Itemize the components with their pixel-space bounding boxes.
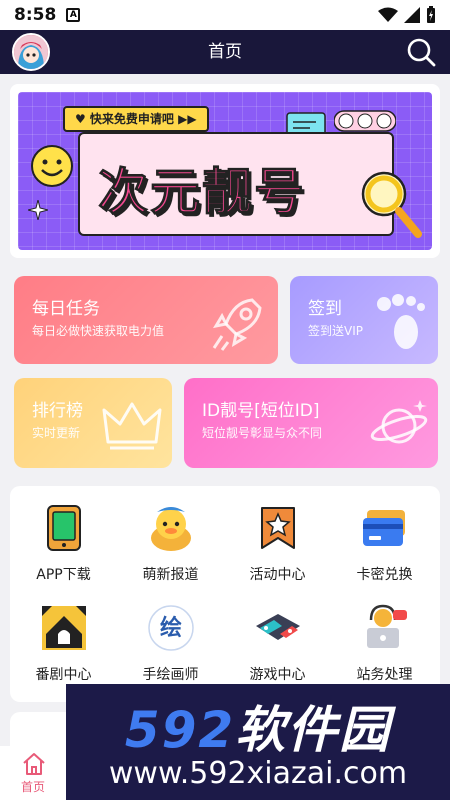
planet-icon xyxy=(370,400,428,444)
magnifier-icon xyxy=(361,171,422,238)
game-console-icon xyxy=(256,614,300,640)
signal-icon xyxy=(404,7,420,23)
daily-task-title: 每日任务 xyxy=(32,299,100,319)
footprint-icon xyxy=(377,294,425,349)
banner-image: ♥ 快来免费申请吧 ▶▶ 次元靓号 xyxy=(18,92,432,250)
rocket-icon xyxy=(212,298,262,351)
signin-subtitle: 签到送VIP xyxy=(308,324,363,338)
smiley-icon xyxy=(31,145,73,187)
tv-house-icon xyxy=(42,606,86,650)
support-agent-icon xyxy=(367,604,407,648)
grid-item-card-redeem[interactable]: 卡密兑换 xyxy=(331,486,438,586)
grid-label: 手绘画师 xyxy=(142,667,199,683)
grid-item-anime-center[interactable]: 番剧中心 xyxy=(10,586,117,686)
grid-label: APP下载 xyxy=(36,567,91,583)
feature-grid: APP下载 萌新报道 活动中心 卡密兑换 番剧中心 绘 手绘画师 游戏中心 站务… xyxy=(10,486,440,702)
battery-icon xyxy=(427,6,435,23)
banner-title: 次元靓号 xyxy=(98,163,306,222)
card-icon xyxy=(363,510,405,546)
paint-logo-text: 绘 xyxy=(159,616,182,641)
home-icon xyxy=(23,753,45,775)
watermark-url: www.592xiazai.com xyxy=(108,756,408,791)
grid-label: 卡密兑换 xyxy=(356,567,413,583)
watermark-brand-cn: 软件园 xyxy=(235,701,392,759)
grid-label: 活动中心 xyxy=(249,567,306,583)
duck-mascot-icon xyxy=(151,507,191,551)
phone-icon xyxy=(47,505,81,551)
id-number-subtitle: 短位靓号彰显与众不同 xyxy=(202,426,323,440)
window-buttons-icon xyxy=(334,110,396,132)
search-icon[interactable] xyxy=(406,37,436,67)
watermark-number: 592 xyxy=(124,701,236,759)
banner-tag: ♥ 快来免费申请吧 ▶▶ xyxy=(63,106,209,132)
nav-home-label: 首页 xyxy=(20,780,45,794)
notification-icon: A xyxy=(66,8,81,22)
grid-item-newcomer[interactable]: 萌新报道 xyxy=(117,486,224,586)
promo-banner[interactable]: ♥ 快来免费申请吧 ▶▶ 次元靓号 xyxy=(10,84,440,258)
watermark-brand: 592软件园 xyxy=(66,690,450,762)
daily-task-card[interactable]: 每日任务 每日必做快速获取电力值 xyxy=(14,276,278,364)
id-number-title: ID靓号[短位ID] xyxy=(202,401,320,421)
ranking-subtitle: 实时更新 xyxy=(32,426,81,440)
top-bar: 首页 xyxy=(0,30,450,74)
signin-card[interactable]: 签到 签到送VIP xyxy=(290,276,438,364)
nav-home[interactable]: 首页 xyxy=(0,746,66,800)
banner-title-card: 次元靓号 xyxy=(78,132,394,236)
status-bar: 8:58 A xyxy=(0,0,450,30)
daily-task-subtitle: 每日必做快速获取电力值 xyxy=(32,324,165,338)
crown-icon xyxy=(102,402,162,450)
signin-title: 签到 xyxy=(308,299,342,319)
ranking-card[interactable]: 排行榜 实时更新 xyxy=(14,378,172,468)
page-title: 首页 xyxy=(208,42,242,62)
grid-item-illustrator[interactable]: 绘 手绘画师 xyxy=(117,586,224,686)
grid-label: 游戏中心 xyxy=(249,667,306,683)
grid-item-activity-center[interactable]: 活动中心 xyxy=(224,486,331,586)
sparkle-icon xyxy=(28,200,48,220)
status-icons xyxy=(378,6,436,24)
ranking-title: 排行榜 xyxy=(32,401,83,421)
grid-label: 站务处理 xyxy=(356,667,413,683)
grid-item-game-center[interactable]: 游戏中心 xyxy=(224,586,331,686)
watermark: 592软件园 www.592xiazai.com xyxy=(66,684,450,800)
grid-label: 萌新报道 xyxy=(142,567,199,583)
wifi-icon xyxy=(378,7,398,22)
grid-label: 番剧中心 xyxy=(35,667,92,683)
grid-item-site-affairs[interactable]: 站务处理 xyxy=(331,586,438,686)
bottom-nav: 首页 xyxy=(0,746,66,800)
id-number-card[interactable]: ID靓号[短位ID] 短位靓号彰显与众不同 xyxy=(184,378,438,468)
status-time: 8:58 xyxy=(14,5,57,25)
grid-item-app-download[interactable]: APP下载 xyxy=(10,486,117,586)
star-badge-icon xyxy=(261,507,295,549)
